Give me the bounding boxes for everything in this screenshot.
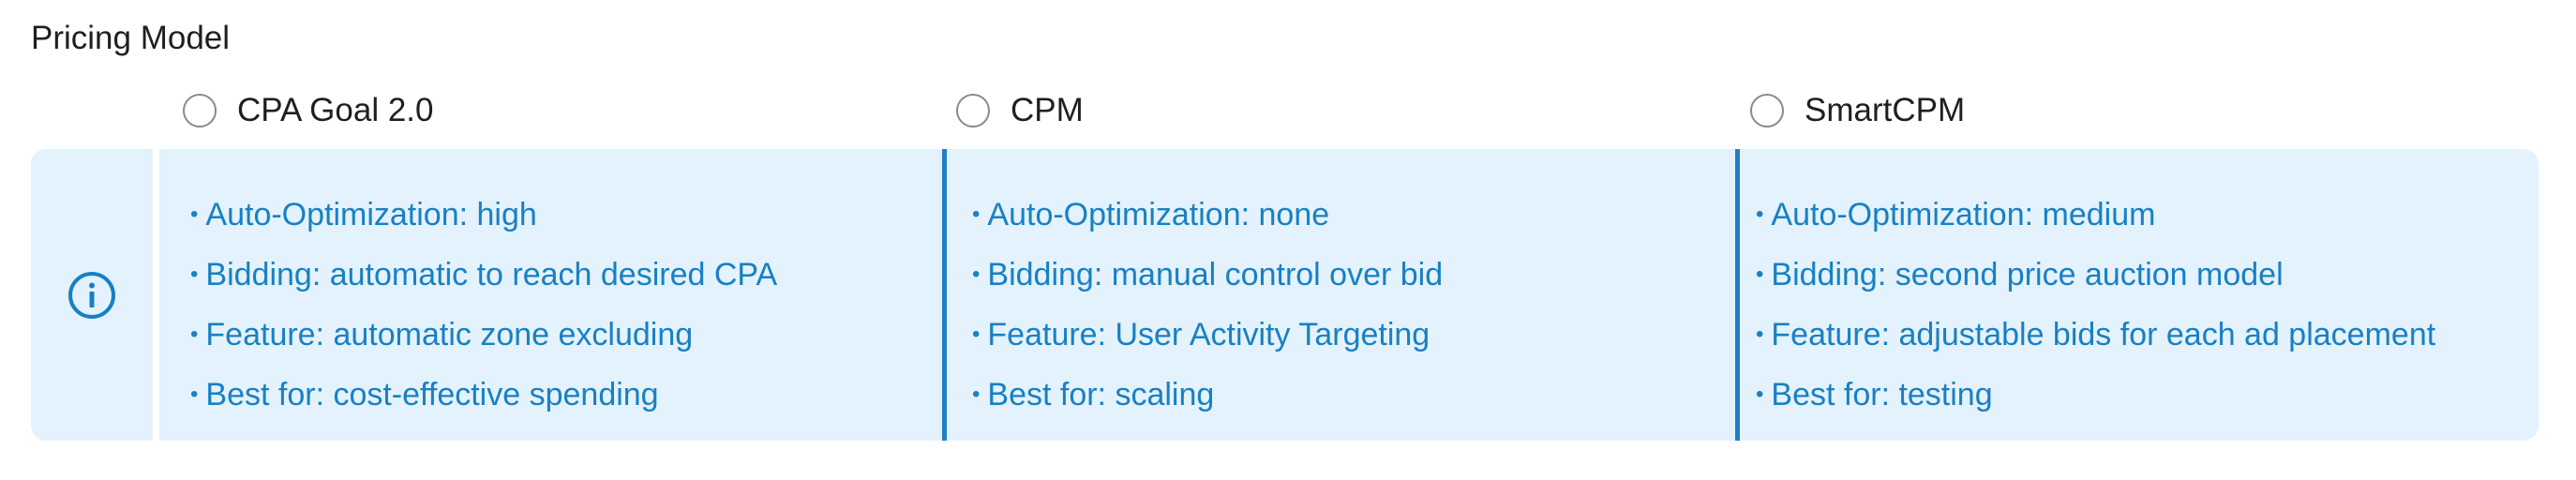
info-circle-icon — [68, 271, 115, 319]
list-item: • Feature: automatic zone excluding — [190, 317, 694, 352]
list-item: • Bidding: manual control over bid — [972, 257, 1444, 292]
radio-button-cpm[interactable] — [956, 94, 990, 128]
column-divider — [1735, 149, 1740, 441]
list-item: • Feature: adjustable bids for each ad pl… — [1756, 317, 2436, 352]
list-item: • Bidding: second price auction model — [1756, 257, 2284, 292]
list-item: • Best for: scaling — [972, 377, 1215, 412]
list-item: • Bidding: automatic to reach desired CPA — [190, 257, 778, 292]
radio-option-cpm[interactable]: CPM — [956, 90, 1084, 131]
info-column-smartcpm: • Auto-Optimization: medium • Bidding: sec… — [1756, 187, 2435, 427]
icon-divider — [153, 149, 159, 441]
list-item: • Feature: User Activity Targeting — [972, 317, 1430, 352]
radio-option-cpa-goal[interactable]: CPA Goal 2.0 — [183, 90, 433, 131]
radio-label-cpm[interactable]: CPM — [1011, 90, 1084, 131]
pricing-info-panel: • Auto-Optimization: high • Bidding: autom… — [31, 149, 2539, 441]
list-item: • Best for: testing — [1756, 377, 1993, 412]
radio-option-smartcpm[interactable]: SmartCPM — [1750, 90, 1965, 131]
list-item: • Auto-Optimization: none — [972, 197, 1330, 232]
pricing-model-title: Pricing Model — [31, 20, 231, 56]
info-column-cpa-goal: • Auto-Optimization: high • Bidding: autom… — [190, 187, 777, 427]
list-item: • Auto-Optimization: medium — [1756, 197, 2156, 232]
list-item: • Auto-Optimization: high — [190, 197, 537, 232]
column-divider — [942, 149, 947, 441]
info-icon-cell — [31, 149, 153, 441]
radio-button-smartcpm[interactable] — [1750, 94, 1784, 128]
radio-label-smartcpm[interactable]: SmartCPM — [1805, 90, 1965, 131]
list-item: • Best for: cost-effective spending — [190, 377, 659, 412]
info-column-cpm: • Auto-Optimization: none • Bidding: manua… — [972, 187, 1443, 427]
radio-label-cpa-goal[interactable]: CPA Goal 2.0 — [237, 90, 433, 131]
radio-button-cpa-goal[interactable] — [183, 94, 217, 128]
